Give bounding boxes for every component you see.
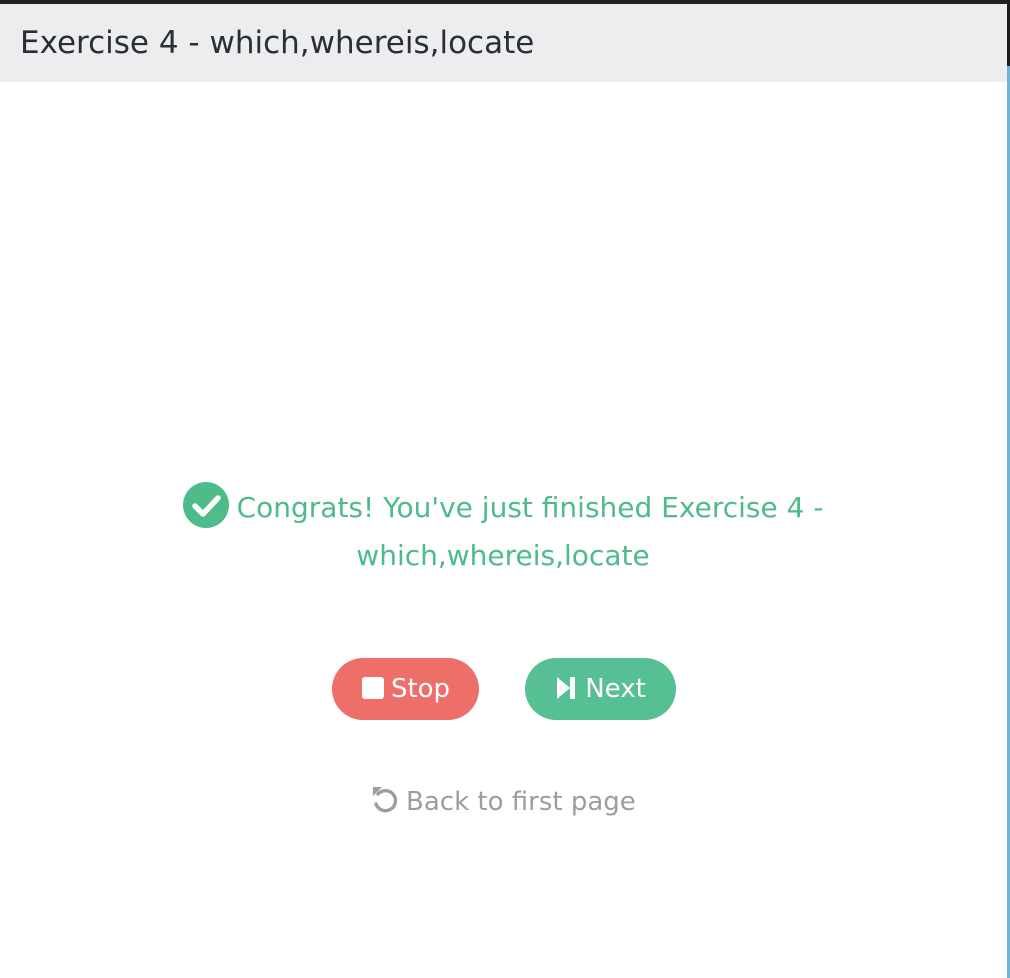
completion-message-line1: Congrats! You've just finished Exercise … [236, 491, 824, 524]
stop-icon [361, 661, 385, 699]
back-link-label: Back to first page [406, 787, 636, 817]
completion-message-line2: which,whereis,locate [356, 539, 650, 572]
exercise-header: Exercise 4 - which,whereis,locate [0, 4, 1008, 82]
check-circle-icon [182, 482, 229, 528]
next-button[interactable]: Next [525, 658, 676, 720]
next-button-label: Next [585, 674, 646, 704]
stop-button[interactable]: Stop [332, 658, 479, 720]
skip-next-icon [555, 661, 579, 699]
stop-button-label: Stop [390, 674, 451, 704]
undo-icon [370, 785, 400, 815]
back-to-first-page-link[interactable]: Back to first page [370, 784, 636, 820]
completion-message: Congrats! You've just finished Exercise … [168, 482, 838, 580]
page-title: Exercise 4 - which,whereis,locate [20, 25, 535, 61]
